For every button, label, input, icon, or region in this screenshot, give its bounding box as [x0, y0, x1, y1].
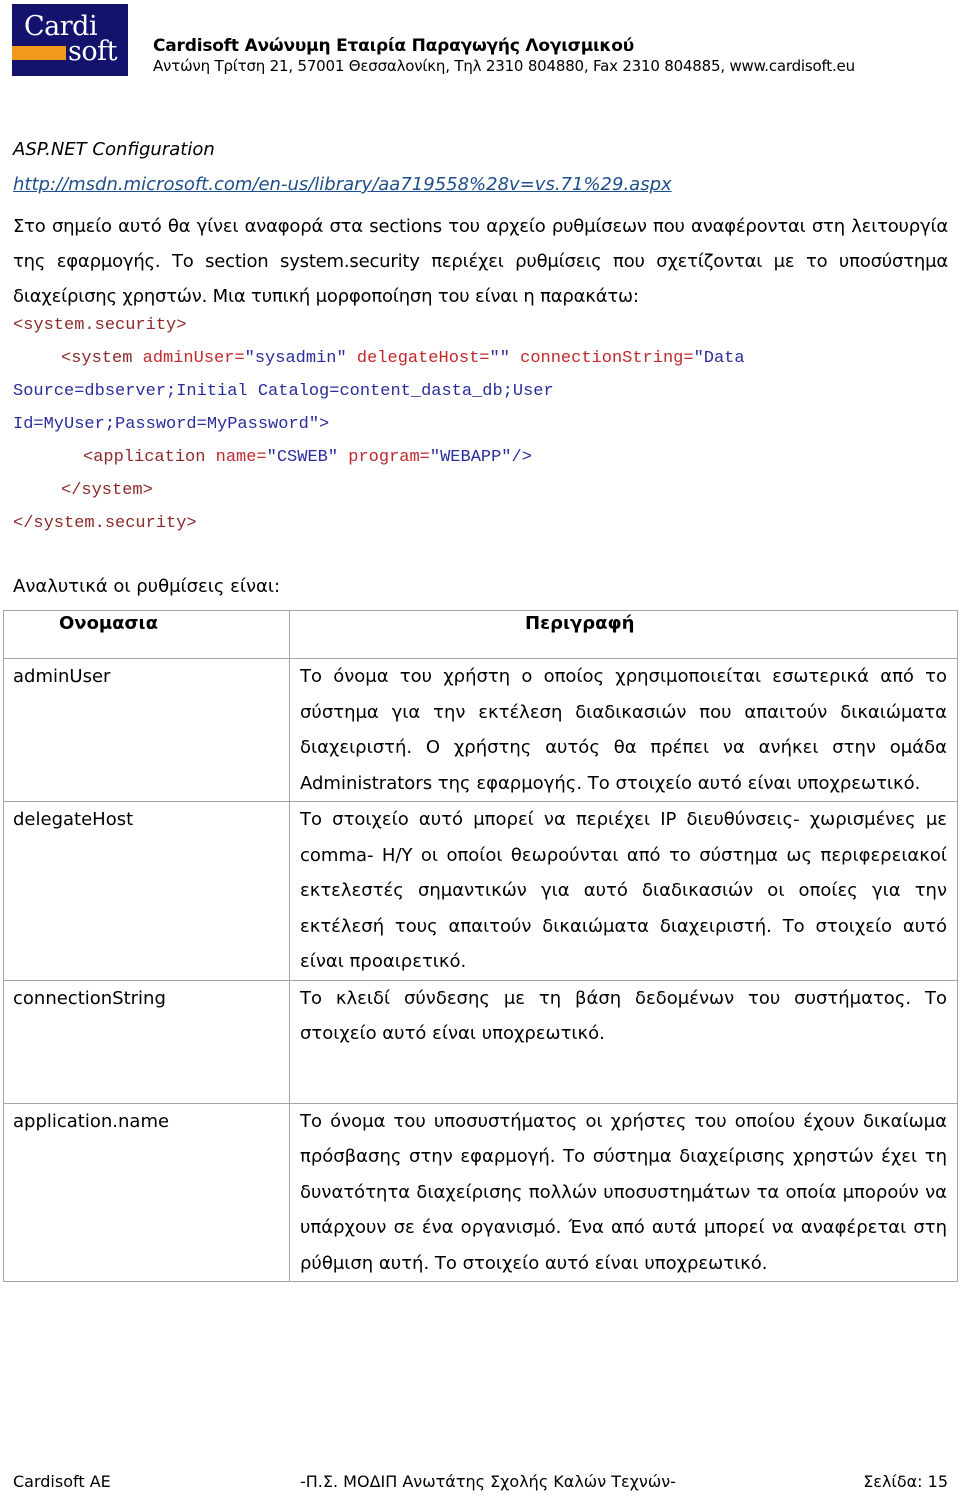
code-line: <system.security> — [13, 309, 186, 342]
code-attr: delegateHost= — [356, 349, 490, 368]
code-value: "" — [489, 349, 510, 368]
code-value: "WEBAPP"/> — [429, 448, 532, 467]
section-title: ASP.NET Configuration — [13, 139, 215, 160]
code-tag: <application — [83, 448, 206, 467]
setting-name: adminUser — [3, 658, 290, 802]
footer-project: -Π.Σ. ΜΟΔΙΠ Ανωτάτης Σχολής Καλών Τεχνών… — [300, 1472, 676, 1491]
header-description: Περιγραφή — [289, 610, 958, 659]
cardisoft-logo: Cardi soft — [12, 4, 128, 76]
settings-table: Ονομασια Περιγραφή adminUser Το όνομα το… — [3, 610, 958, 1282]
code-attr: program= — [348, 448, 430, 467]
intro-paragraph: Στο σημείο αυτό θα γίνει αναφορά στα sec… — [13, 216, 948, 307]
code-line: </system> — [61, 481, 153, 500]
code-line: <system adminUser="sysadmin" delegateHos… — [61, 342, 745, 375]
table-row: delegateHost Το στοιχείο αυτό μπορεί να … — [3, 801, 958, 981]
setting-description: Το κλειδί σύνδεσης με τη βάση δεδομένων … — [289, 979, 958, 1104]
setting-name: application.name — [3, 1102, 290, 1282]
page-header: Cardi soft Cardisoft Ανώνυμη Εταιρία Παρ… — [0, 0, 960, 90]
setting-description: Το όνομα του υποσυστήματος οι χρήστες το… — [289, 1102, 958, 1282]
setting-description: Το όνομα του χρήστη ο οποίος χρησιμοποιε… — [289, 658, 958, 802]
company-address: Αντώνη Τρίτση 21, 57001 Θεσσαλονίκη, Τηλ… — [153, 57, 855, 75]
code-line: Id=MyUser;Password=MyPassword"> — [13, 415, 330, 434]
header-name: Ονομασια — [3, 610, 290, 659]
code-line: </system.security> — [13, 514, 197, 533]
setting-name: delegateHost — [3, 801, 290, 981]
code-attr: name= — [215, 448, 267, 467]
setting-description: Το στοιχείο αυτό μπορεί να περιέχει IP δ… — [289, 801, 958, 981]
table-header-row: Ονομασια Περιγραφή — [3, 610, 958, 659]
code-attr: adminUser= — [142, 349, 245, 368]
code-tag: <system.security> — [13, 316, 187, 335]
settings-intro: Αναλυτικά οι ρυθμίσεις είναι: — [13, 576, 281, 597]
company-name: Cardisoft Ανώνυμη Εταιρία Παραγωγής Λογι… — [153, 36, 635, 56]
msdn-reference-link[interactable]: http://msdn.microsoft.com/en-us/library/… — [13, 174, 672, 195]
table-row: application.name Το όνομα του υποσυστήμα… — [3, 1102, 958, 1282]
table-row: adminUser Το όνομα του χρήστη ο οποίος χ… — [3, 658, 958, 802]
logo-orange-bar — [12, 46, 66, 60]
code-value: "CSWEB" — [266, 448, 339, 467]
logo-text-line2: soft — [68, 36, 117, 67]
code-line: <application name="CSWEB" program="WEBAP… — [83, 441, 532, 474]
code-value: "sysadmin" — [244, 349, 347, 368]
code-line: Source=dbserver;Initial Catalog=content_… — [13, 382, 554, 401]
code-value: "Data — [693, 349, 745, 368]
setting-name: connectionString — [3, 979, 290, 1104]
page-number: Σελίδα: 15 — [863, 1472, 948, 1491]
code-attr: connectionString= — [520, 349, 694, 368]
code-tag: <system — [61, 349, 133, 368]
footer-company: Cardisoft AE — [13, 1472, 111, 1491]
table-row: connectionString Το κλειδί σύνδεσης με τ… — [3, 979, 958, 1104]
